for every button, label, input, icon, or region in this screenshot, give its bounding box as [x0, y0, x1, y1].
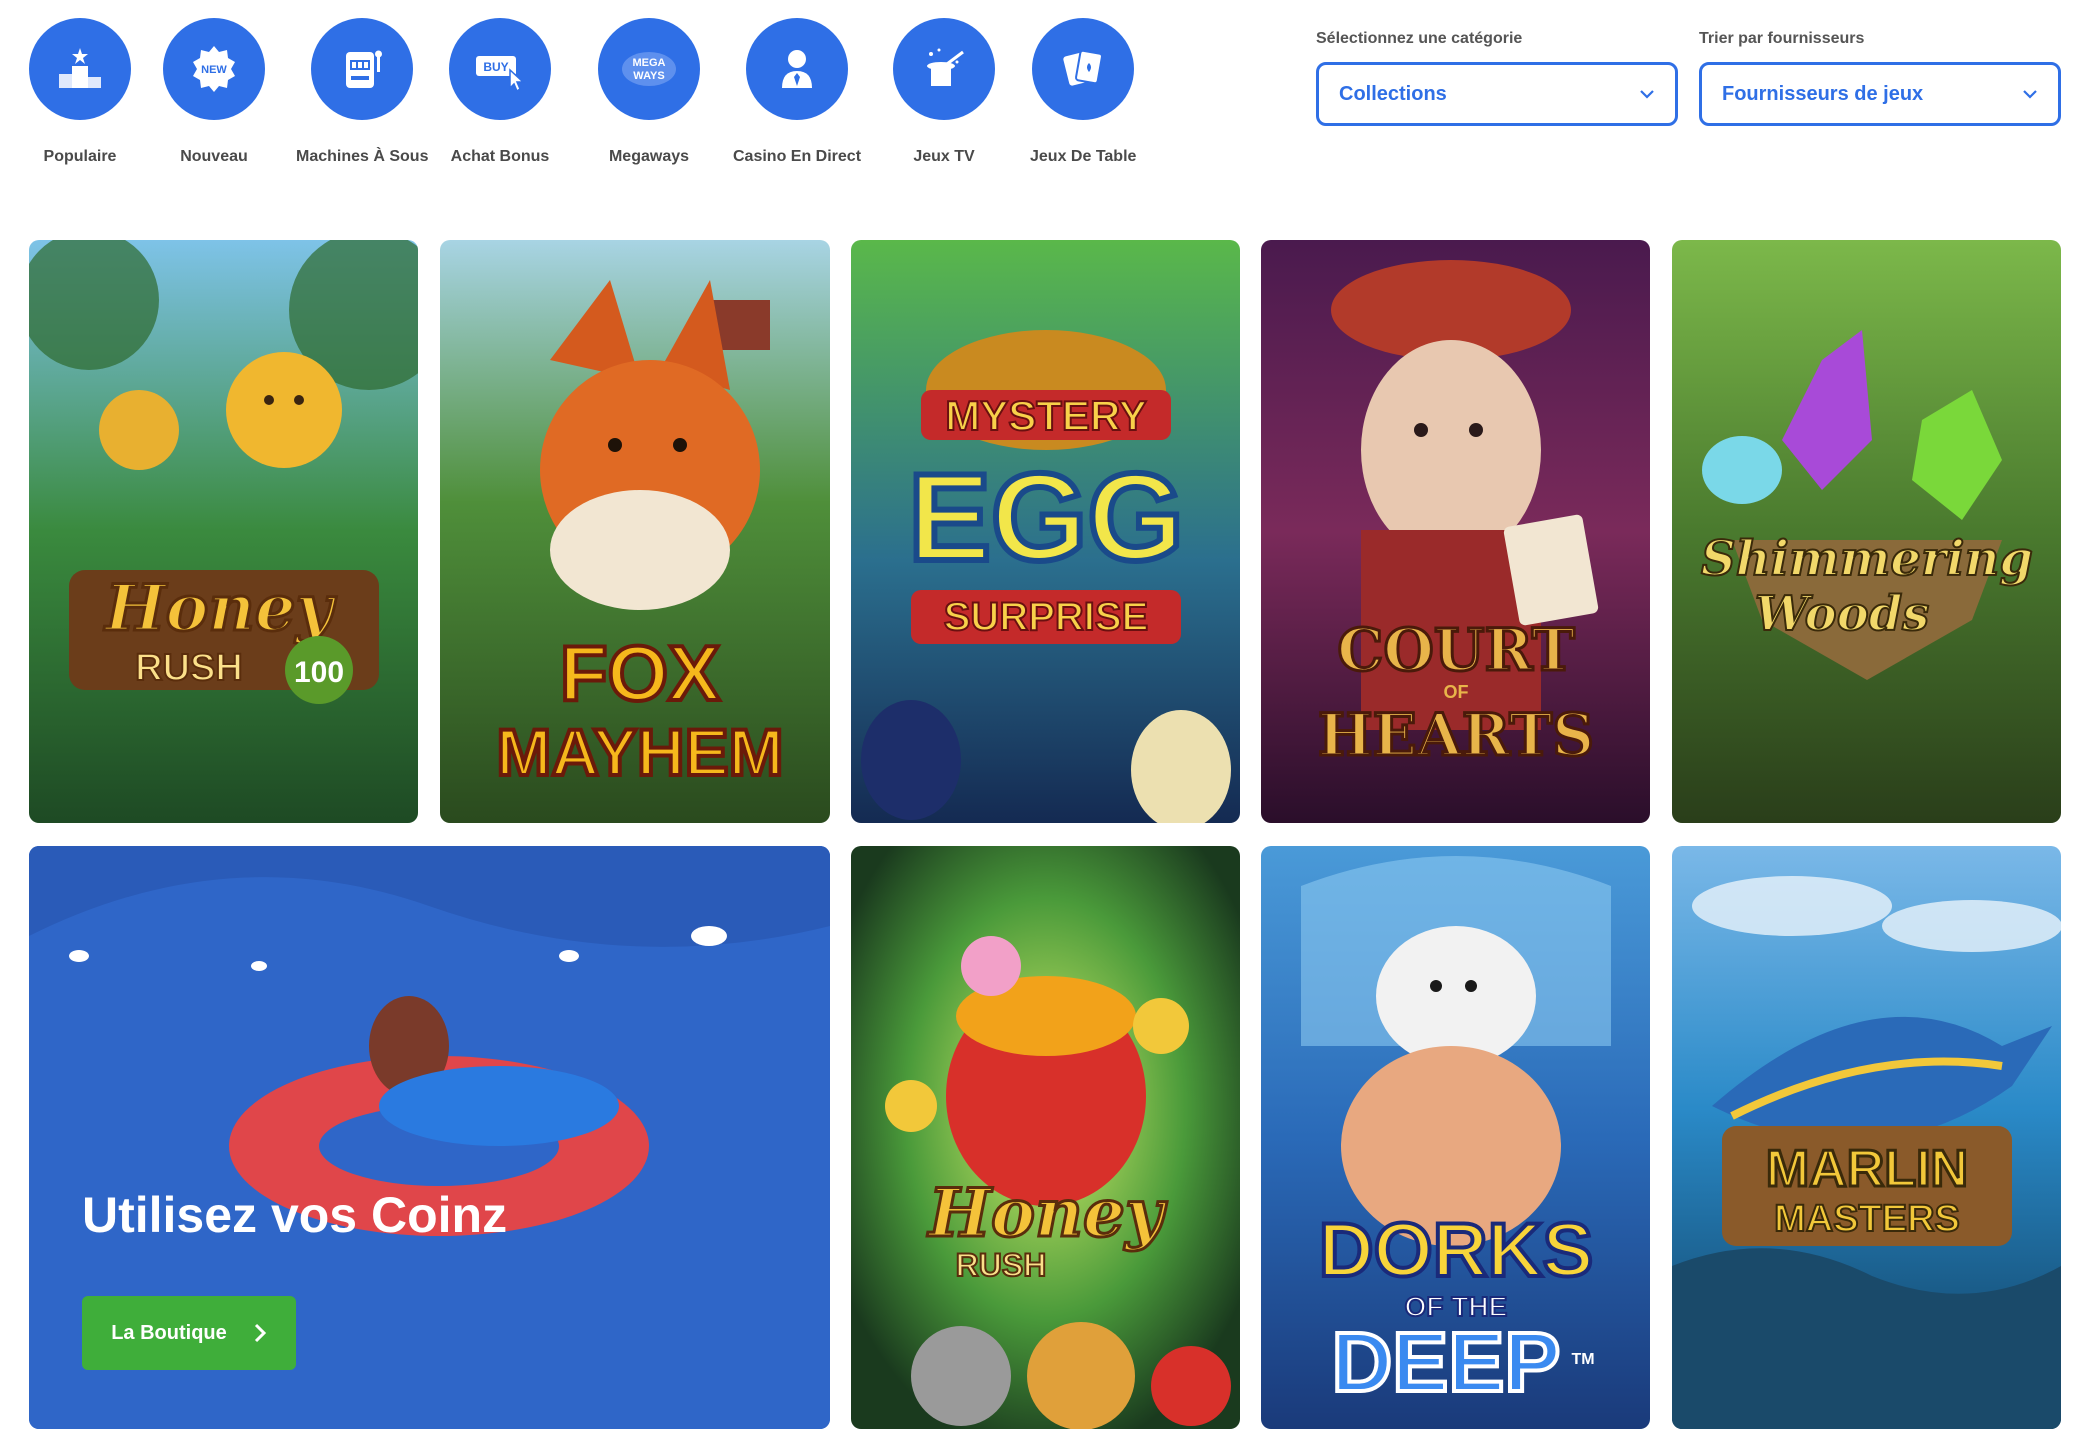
game-title-line3: HEARTS [1318, 701, 1594, 769]
game-tile-marlin-masters[interactable]: MARLIN MASTERS [1672, 846, 2061, 1429]
bee-character [226, 352, 342, 468]
game-tile-mystery-egg-surprise[interactable]: MYSTERY EGG SURPRISE [851, 240, 1240, 823]
buy-text: BUY [483, 60, 508, 74]
category-select[interactable]: Collections [1316, 62, 1678, 126]
category-label: Jeux TV [913, 148, 975, 165]
new-badge-text: NEW [201, 64, 227, 76]
slot-machine-icon [346, 50, 383, 88]
megaways-icon: MEGA WAYS [622, 52, 676, 86]
game-artwork: FOX MAYHEM [440, 240, 830, 823]
shop-button[interactable]: La Boutique [82, 1296, 296, 1370]
new-badge-icon: NEW [193, 46, 235, 92]
game-tile-shimmering-woods[interactable]: Shimmering Woods [1672, 240, 2061, 823]
game-artwork: COURT OF HEARTS [1261, 240, 1650, 823]
category-populaire[interactable]: Populaire [29, 18, 131, 166]
game-title-line1: Shimmering [1701, 531, 2033, 587]
category-select-value: Collections [1339, 82, 1447, 105]
game-tile-dorks-of-the-deep[interactable]: DORKS OF THE DEEP TM [1261, 846, 1650, 1429]
category-label: Machines À Sous [296, 148, 429, 165]
provider-filter-label: Trier par fournisseurs [1699, 30, 1865, 47]
game-badge: 100 [294, 656, 344, 689]
category-label: Jeux De Table [1030, 148, 1137, 165]
category-nouveau[interactable]: NEW Nouveau [163, 18, 265, 166]
category-achat-bonus[interactable]: BUY Achat Bonus [449, 18, 551, 166]
game-title-line3: SURPRISE [944, 595, 1149, 639]
game-tile-court-of-hearts[interactable]: COURT OF HEARTS [1261, 240, 1650, 823]
chevron-right-icon [254, 1323, 266, 1343]
game-title-line2: MASTERS [1774, 1198, 1960, 1240]
category-jeux-de-table[interactable]: Jeux De Table [1030, 18, 1136, 166]
game-artwork: Shimmering Woods [1672, 240, 2061, 823]
bee-character [99, 390, 179, 470]
game-title-line2: EGG [908, 449, 1184, 587]
category-filter: Sélectionnez une catégorie Collections [1316, 30, 1678, 126]
magic-hat-icon [927, 48, 964, 86]
game-title-line3: DEEP [1332, 1315, 1561, 1409]
game-title-line1: Honey [103, 571, 336, 646]
game-title-line1: MARLIN [1766, 1140, 1968, 1198]
provider-filter: Trier par fournisseurs Fournisseurs de j… [1699, 30, 2061, 126]
game-tile-fox-mayhem[interactable]: FOX MAYHEM [440, 240, 830, 823]
game-title-line1: FOX [560, 629, 720, 717]
game-title-line2: MAYHEM [496, 715, 783, 789]
game-artwork: DORKS OF THE DEEP TM [1261, 846, 1650, 1429]
game-title-line1: COURT [1337, 616, 1575, 684]
provider-select-value: Fournisseurs de jeux [1722, 82, 1924, 105]
category-circle [893, 18, 995, 120]
cards-icon [1063, 49, 1104, 86]
game-title-line2: Woods [1755, 586, 1930, 642]
category-circle [29, 18, 131, 120]
category-megaways[interactable]: MEGA WAYS Megaways [598, 18, 700, 166]
game-title-line2: RUSH [956, 1247, 1047, 1283]
trademark-text: TM [1571, 1351, 1594, 1368]
category-circle: BUY [449, 18, 551, 120]
category-circle [1032, 18, 1135, 120]
game-artwork: MYSTERY EGG SURPRISE [851, 240, 1240, 823]
chevron-down-icon [1640, 90, 1654, 99]
ways-text: WAYS [633, 70, 664, 82]
game-tile-honey-rush[interactable]: Honey RUSH [851, 846, 1240, 1429]
shop-button-label: La Boutique [111, 1321, 227, 1344]
mega-text: MEGA [633, 57, 666, 69]
category-filter-label: Sélectionnez une catégorie [1316, 30, 1523, 47]
category-label: Populaire [43, 148, 117, 165]
category-jeux-tv[interactable]: Jeux TV [893, 18, 995, 166]
game-tile-honey-rush-100[interactable]: Honey RUSH 100 [29, 240, 418, 823]
game-title-line1: Honey [927, 1174, 1168, 1252]
category-label: Megaways [608, 148, 690, 165]
category-circle [746, 18, 849, 120]
category-label: Casino En Direct [733, 148, 862, 165]
category-circle [311, 18, 414, 120]
category-casino-en-direct[interactable]: Casino En Direct [733, 18, 861, 166]
game-title-line1: MYSTERY [945, 392, 1146, 439]
game-title-line2: RUSH [135, 647, 243, 689]
game-title-line1: DORKS [1319, 1208, 1593, 1293]
chevron-down-icon [2023, 90, 2037, 99]
promo-title: Utilisez vos Coinz [82, 1187, 508, 1243]
buy-cursor-icon: BUY [476, 56, 525, 93]
category-label: Achat Bonus [450, 148, 550, 165]
category-machines-a-sous[interactable]: Machines À Sous [296, 18, 428, 166]
game-title-line2: OF [1444, 682, 1469, 702]
promo-banner: Utilisez vos Coinz La Boutique [29, 846, 830, 1429]
category-circle: NEW [163, 18, 265, 120]
category-circle: MEGA WAYS [598, 18, 700, 120]
king-beard [1376, 926, 1536, 1066]
podium-icon [59, 48, 101, 88]
game-artwork: Honey RUSH 100 [29, 240, 418, 823]
game-artwork: MARLIN MASTERS [1672, 846, 2061, 1429]
game-artwork: Honey RUSH [851, 846, 1240, 1429]
dealer-icon [782, 50, 813, 88]
category-label: Nouveau [180, 148, 248, 165]
provider-select[interactable]: Fournisseurs de jeux [1699, 62, 2061, 126]
